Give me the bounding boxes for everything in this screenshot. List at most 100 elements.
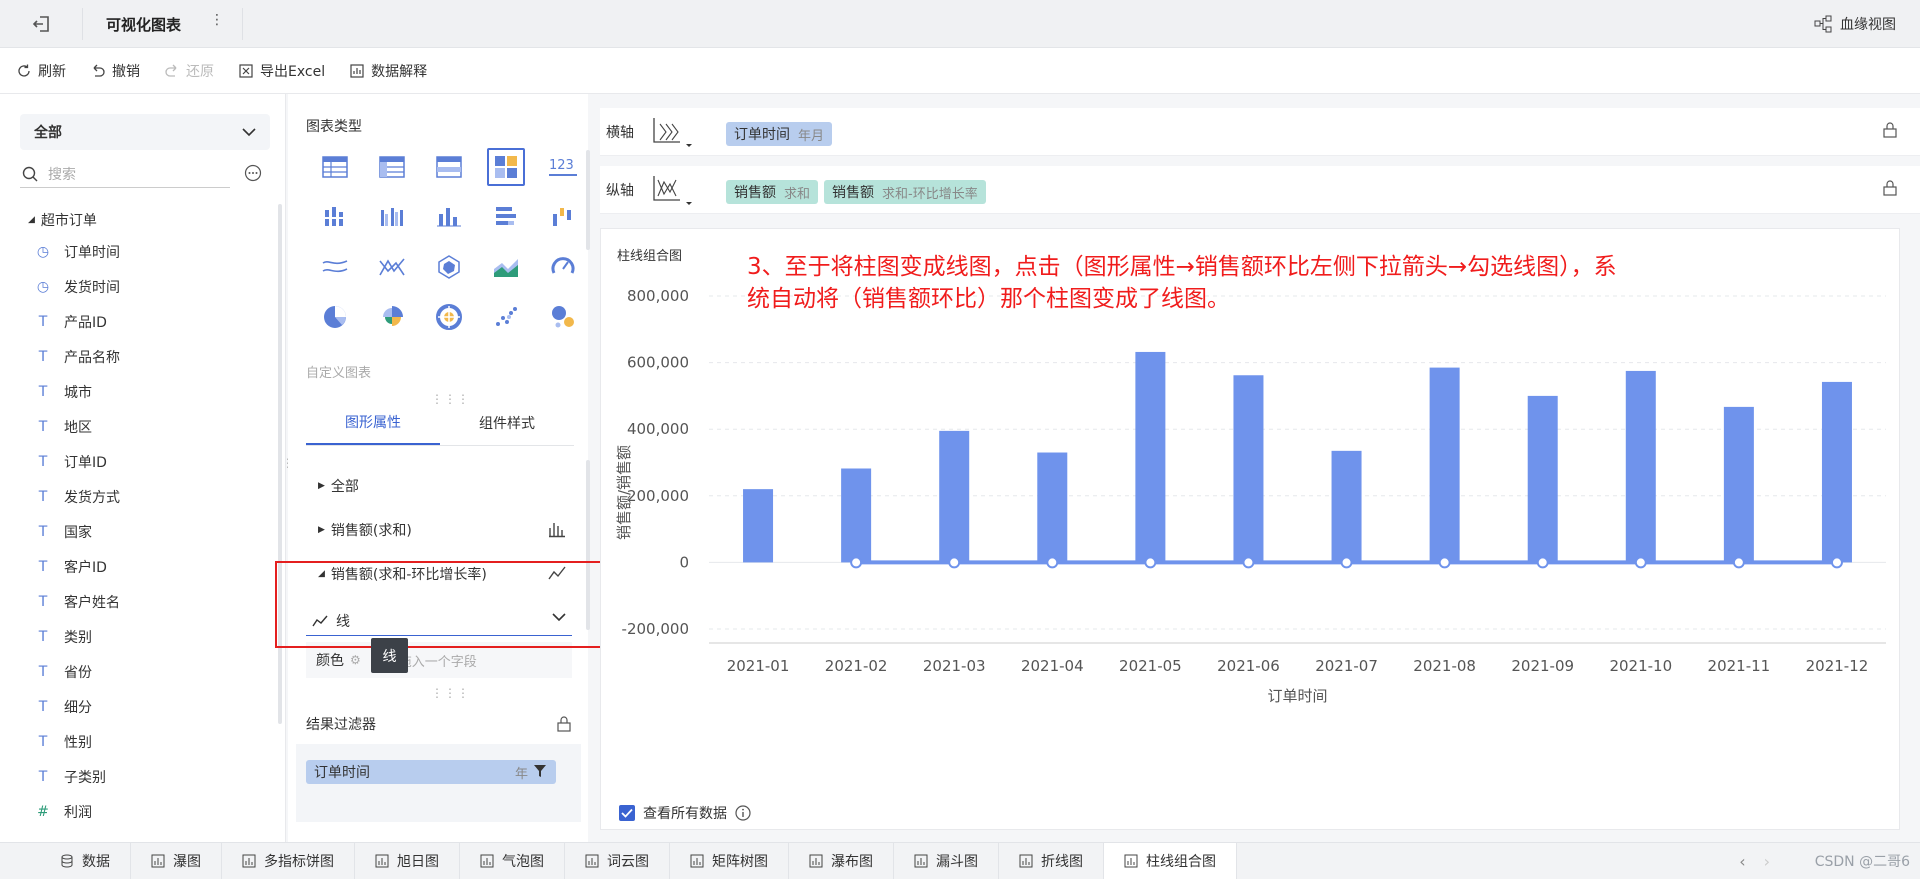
caret-down-icon: ◢ bbox=[28, 215, 35, 225]
sheet-tab[interactable]: 瀑布图 bbox=[789, 842, 894, 879]
field-label: 细分 bbox=[64, 699, 92, 716]
bar bbox=[1821, 381, 1852, 563]
filter-field-pill[interactable]: 订单时间 年 bbox=[306, 760, 556, 784]
field-item[interactable]: T 性别 bbox=[28, 724, 120, 759]
result-filter-title: 结果过滤器 bbox=[306, 717, 376, 733]
drag-handle[interactable]: ⋮⋮⋮ bbox=[431, 686, 470, 700]
chart-type-rose-icon[interactable] bbox=[363, 292, 420, 342]
chart-type-bar-icon[interactable] bbox=[420, 192, 477, 242]
chart-type-detail-table-icon[interactable] bbox=[420, 142, 477, 192]
field-item[interactable]: ◷ 发货时间 bbox=[28, 269, 120, 304]
chart-type-pie-icon[interactable] bbox=[306, 292, 363, 342]
x-tick-label: 2021-07 bbox=[1315, 657, 1378, 675]
sheet-tab[interactable]: 折线图 bbox=[999, 842, 1104, 879]
info-icon[interactable] bbox=[735, 805, 751, 821]
field-item[interactable]: T 国家 bbox=[28, 514, 120, 549]
field-item[interactable]: T 发货方式 bbox=[28, 479, 120, 514]
search-input[interactable]: 搜索 bbox=[20, 160, 230, 188]
sheet-tab[interactable]: 词云图 bbox=[565, 842, 670, 879]
undo-button[interactable]: 撤销 bbox=[90, 61, 140, 81]
chart-type-radar-icon[interactable] bbox=[420, 242, 477, 292]
more-options-icon[interactable] bbox=[244, 164, 262, 182]
scrollbar[interactable] bbox=[586, 150, 590, 250]
chart-type-scatter-icon[interactable] bbox=[477, 292, 534, 342]
sheet-tab[interactable]: 矩阵树图 bbox=[670, 842, 789, 879]
tooltip: 线 bbox=[371, 638, 408, 673]
lock-icon[interactable] bbox=[1882, 180, 1898, 196]
export-excel-button[interactable]: 导出Excel bbox=[238, 61, 325, 81]
chart-type-crosstab-icon[interactable] bbox=[363, 142, 420, 192]
chart-type-stacked-bar-icon[interactable] bbox=[306, 192, 363, 242]
y-axis-field-pill[interactable]: 销售额 求和 bbox=[726, 180, 819, 204]
field-item[interactable]: T 类别 bbox=[28, 619, 120, 654]
chart-title: 柱线组合图 bbox=[617, 249, 683, 264]
field-item[interactable]: T 产品名称 bbox=[28, 339, 120, 374]
filter-icon[interactable] bbox=[534, 764, 546, 778]
sheet-tab[interactable]: 气泡图 bbox=[460, 842, 565, 879]
refresh-button[interactable]: 刷新 bbox=[16, 61, 66, 81]
lineage-view-button[interactable]: 血缘视图 bbox=[1814, 14, 1896, 34]
exit-icon[interactable] bbox=[30, 12, 54, 36]
chevron-left-icon[interactable]: ‹ bbox=[1739, 852, 1745, 871]
lineage-label: 血缘视图 bbox=[1840, 17, 1896, 33]
field-item[interactable]: T 地区 bbox=[28, 409, 120, 444]
lock-icon[interactable] bbox=[1882, 122, 1898, 138]
sheet-tab[interactable]: 漏斗图 bbox=[894, 842, 999, 879]
field-item[interactable]: T 城市 bbox=[28, 374, 120, 409]
field-item[interactable]: T 省份 bbox=[28, 654, 120, 689]
chart-type-table-icon[interactable] bbox=[306, 142, 363, 192]
show-all-data-checkbox[interactable]: 查看所有数据 bbox=[619, 803, 751, 823]
prop-all[interactable]: ▶ 全部 bbox=[318, 476, 359, 496]
text-type-icon: T bbox=[38, 383, 48, 400]
chart-type-area-icon[interactable] bbox=[477, 242, 534, 292]
x-axis-field-pill[interactable]: 订单时间 年月 bbox=[726, 122, 833, 146]
tab-graphic-properties[interactable]: 图形属性 bbox=[306, 400, 440, 445]
sheet-tab[interactable]: 数据 bbox=[0, 842, 131, 879]
y-axis-settings-icon[interactable] bbox=[650, 174, 694, 208]
sheet-tab[interactable]: 瀑图 bbox=[131, 842, 222, 879]
chart-type-kpi-icon[interactable]: 123 bbox=[534, 142, 591, 192]
field-item[interactable]: T 细分 bbox=[28, 689, 120, 724]
chart-type-range-bar-icon[interactable] bbox=[534, 192, 591, 242]
field-item[interactable]: ◷ 订单时间 bbox=[28, 234, 120, 269]
y-axis-label: 纵轴 bbox=[606, 183, 634, 199]
pill-field: 销售额 bbox=[734, 185, 776, 201]
text-type-icon: T bbox=[38, 488, 48, 505]
chart-type-grouped-bar-icon[interactable] bbox=[363, 192, 420, 242]
chart-type-gauge-icon[interactable] bbox=[534, 242, 591, 292]
y-axis-field-pill[interactable]: 销售额 求和-环比增长率 bbox=[824, 180, 986, 204]
sheet-tab[interactable]: 旭日图 bbox=[355, 842, 460, 879]
chart-type-sunburst-icon[interactable] bbox=[420, 292, 477, 342]
lock-icon[interactable] bbox=[556, 716, 572, 732]
database-icon bbox=[61, 854, 73, 868]
data-explain-button[interactable]: 数据解释 bbox=[349, 61, 427, 81]
sheet-tab[interactable]: 柱线组合图 bbox=[1104, 842, 1237, 879]
field-item[interactable]: T 产品ID bbox=[28, 304, 120, 339]
field-item[interactable]: # 利润 bbox=[28, 794, 120, 829]
bar bbox=[1429, 367, 1460, 563]
color-placeholder: 拖入一个字段 bbox=[398, 654, 477, 670]
chart-type-horizontal-bar-icon[interactable] bbox=[477, 192, 534, 242]
scope-select[interactable]: 全部 bbox=[20, 114, 270, 150]
chart-type-line-icon[interactable] bbox=[306, 242, 363, 292]
x-axis-settings-icon[interactable] bbox=[650, 116, 694, 150]
field-item[interactable]: T 订单ID bbox=[28, 444, 120, 479]
x-tick-label: 2021-12 bbox=[1806, 657, 1869, 675]
chevron-right-icon[interactable]: › bbox=[1764, 852, 1770, 871]
tab-component-style[interactable]: 组件样式 bbox=[440, 400, 574, 445]
chart-type-bubble-icon[interactable] bbox=[534, 292, 591, 342]
redo-button[interactable]: 还原 bbox=[164, 61, 214, 81]
chart-sheet-icon bbox=[690, 854, 704, 868]
text-type-icon: T bbox=[38, 313, 48, 330]
tree-root[interactable]: ◢ 超市订单 bbox=[28, 206, 120, 234]
prop-sales-sum[interactable]: ▶ 销售额(求和) bbox=[318, 520, 412, 540]
field-item[interactable]: T 客户姓名 bbox=[28, 584, 120, 619]
more-icon[interactable]: ⋮ bbox=[210, 12, 224, 28]
field-item[interactable]: T 子类别 bbox=[28, 759, 120, 794]
field-item[interactable]: T 客户ID bbox=[28, 549, 120, 584]
sheet-tab[interactable]: 多指标饼图 bbox=[222, 842, 355, 879]
chart-sheet-icon bbox=[242, 854, 256, 868]
chart-type-combo-icon[interactable] bbox=[477, 142, 534, 192]
text-type-icon: T bbox=[38, 768, 48, 785]
chart-type-radar-line-icon[interactable] bbox=[363, 242, 420, 292]
